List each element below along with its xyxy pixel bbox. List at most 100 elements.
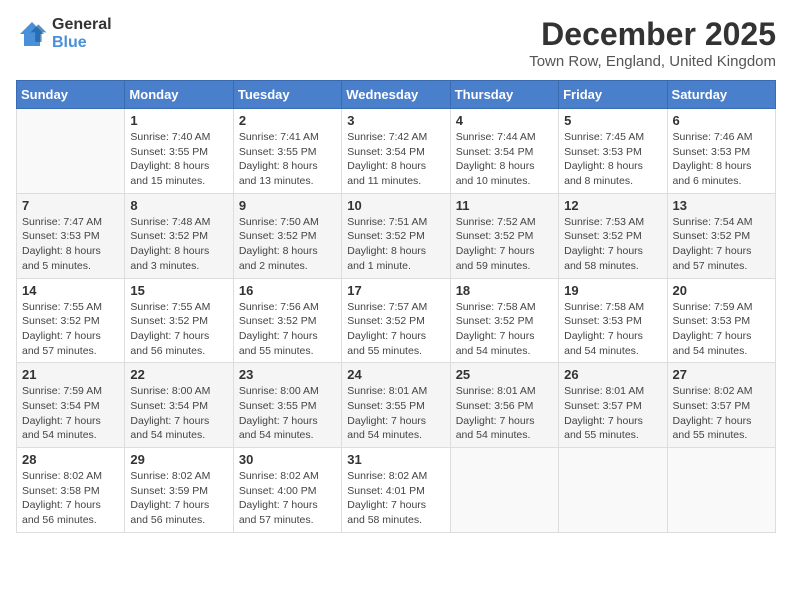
day-number: 10: [347, 198, 444, 213]
table-row: 19 Sunrise: 7:58 AM Sunset: 3:53 PM Dayli…: [559, 278, 667, 363]
day-number: 12: [564, 198, 661, 213]
table-row: 15 Sunrise: 7:55 AM Sunset: 3:52 PM Dayli…: [125, 278, 233, 363]
table-row: 11 Sunrise: 7:52 AM Sunset: 3:52 PM Dayli…: [450, 193, 558, 278]
day-number: 25: [456, 367, 553, 382]
day-info: Sunrise: 8:00 AM Sunset: 3:54 PM Dayligh…: [130, 384, 227, 443]
day-info: Sunrise: 8:02 AM Sunset: 4:01 PM Dayligh…: [347, 469, 444, 528]
day-number: 11: [456, 198, 553, 213]
logo-text: General Blue: [52, 16, 112, 52]
day-info: Sunrise: 7:45 AM Sunset: 3:53 PM Dayligh…: [564, 130, 661, 189]
day-info: Sunrise: 8:01 AM Sunset: 3:55 PM Dayligh…: [347, 384, 444, 443]
table-row: [559, 448, 667, 533]
day-info: Sunrise: 7:42 AM Sunset: 3:54 PM Dayligh…: [347, 130, 444, 189]
table-row: 2 Sunrise: 7:41 AM Sunset: 3:55 PM Daylig…: [233, 109, 341, 194]
table-row: 9 Sunrise: 7:50 AM Sunset: 3:52 PM Daylig…: [233, 193, 341, 278]
day-info: Sunrise: 8:02 AM Sunset: 3:58 PM Dayligh…: [22, 469, 119, 528]
table-row: [667, 448, 775, 533]
day-number: 16: [239, 283, 336, 298]
table-row: 10 Sunrise: 7:51 AM Sunset: 3:52 PM Dayli…: [342, 193, 450, 278]
table-row: 27 Sunrise: 8:02 AM Sunset: 3:57 PM Dayli…: [667, 363, 775, 448]
day-number: 9: [239, 198, 336, 213]
table-row: 13 Sunrise: 7:54 AM Sunset: 3:52 PM Dayli…: [667, 193, 775, 278]
table-row: 6Sunrise: 7:46 AM Sunset: 3:53 PM Daylig…: [667, 109, 775, 194]
day-info: Sunrise: 7:54 AM Sunset: 3:52 PM Dayligh…: [673, 215, 770, 274]
day-info: Sunrise: 7:57 AM Sunset: 3:52 PM Dayligh…: [347, 300, 444, 359]
week-row-4: 21 Sunrise: 7:59 AM Sunset: 3:54 PM Dayli…: [17, 363, 776, 448]
table-row: 12 Sunrise: 7:53 AM Sunset: 3:52 PM Dayli…: [559, 193, 667, 278]
day-info: Sunrise: 7:55 AM Sunset: 3:52 PM Dayligh…: [130, 300, 227, 359]
title-block: December 2025 Town Row, England, United …: [529, 16, 776, 70]
day-info: Sunrise: 7:48 AM Sunset: 3:52 PM Dayligh…: [130, 215, 227, 274]
logo-icon: [16, 18, 48, 50]
table-row: 24 Sunrise: 8:01 AM Sunset: 3:55 PM Dayli…: [342, 363, 450, 448]
day-info: Sunrise: 7:58 AM Sunset: 3:52 PM Dayligh…: [456, 300, 553, 359]
table-row: 26 Sunrise: 8:01 AM Sunset: 3:57 PM Dayli…: [559, 363, 667, 448]
day-info: Sunrise: 7:44 AM Sunset: 3:54 PM Dayligh…: [456, 130, 553, 189]
day-info: Sunrise: 7:53 AM Sunset: 3:52 PM Dayligh…: [564, 215, 661, 274]
page-header: General Blue December 2025 Town Row, Eng…: [16, 16, 776, 70]
day-number: 19: [564, 283, 661, 298]
day-number: 13: [673, 198, 770, 213]
table-row: 7 Sunrise: 7:47 AM Sunset: 3:53 PM Daylig…: [17, 193, 125, 278]
day-info: Sunrise: 8:02 AM Sunset: 3:59 PM Dayligh…: [130, 469, 227, 528]
day-number: 3: [347, 113, 444, 128]
table-row: 16 Sunrise: 7:56 AM Sunset: 3:52 PM Dayli…: [233, 278, 341, 363]
day-number: 20: [673, 283, 770, 298]
table-row: 5Sunrise: 7:45 AM Sunset: 3:53 PM Daylig…: [559, 109, 667, 194]
table-row: 20 Sunrise: 7:59 AM Sunset: 3:53 PM Dayli…: [667, 278, 775, 363]
day-number: 7: [22, 198, 119, 213]
day-number: 15: [130, 283, 227, 298]
col-saturday: Saturday: [667, 81, 775, 109]
day-info: Sunrise: 7:58 AM Sunset: 3:53 PM Dayligh…: [564, 300, 661, 359]
day-info: Sunrise: 7:56 AM Sunset: 3:52 PM Dayligh…: [239, 300, 336, 359]
location: Town Row, England, United Kingdom: [529, 53, 776, 70]
table-row: 4 Sunrise: 7:44 AM Sunset: 3:54 PM Daylig…: [450, 109, 558, 194]
col-monday: Monday: [125, 81, 233, 109]
day-number: 17: [347, 283, 444, 298]
day-number: 4: [456, 113, 553, 128]
day-info: Sunrise: 7:52 AM Sunset: 3:52 PM Dayligh…: [456, 215, 553, 274]
week-row-2: 7 Sunrise: 7:47 AM Sunset: 3:53 PM Daylig…: [17, 193, 776, 278]
col-thursday: Thursday: [450, 81, 558, 109]
table-row: [17, 109, 125, 194]
table-row: 22 Sunrise: 8:00 AM Sunset: 3:54 PM Dayli…: [125, 363, 233, 448]
day-info: Sunrise: 8:02 AM Sunset: 3:57 PM Dayligh…: [673, 384, 770, 443]
day-info: Sunrise: 8:00 AM Sunset: 3:55 PM Dayligh…: [239, 384, 336, 443]
day-info: Sunrise: 7:59 AM Sunset: 3:53 PM Dayligh…: [673, 300, 770, 359]
day-number: 14: [22, 283, 119, 298]
day-number: 6: [673, 113, 770, 128]
day-number: 26: [564, 367, 661, 382]
logo: General Blue: [16, 16, 112, 52]
table-row: 3 Sunrise: 7:42 AM Sunset: 3:54 PM Daylig…: [342, 109, 450, 194]
table-row: 8 Sunrise: 7:48 AM Sunset: 3:52 PM Daylig…: [125, 193, 233, 278]
table-row: 28Sunrise: 8:02 AM Sunset: 3:58 PM Dayli…: [17, 448, 125, 533]
day-info: Sunrise: 7:41 AM Sunset: 3:55 PM Dayligh…: [239, 130, 336, 189]
table-row: 29Sunrise: 8:02 AM Sunset: 3:59 PM Dayli…: [125, 448, 233, 533]
day-number: 27: [673, 367, 770, 382]
col-tuesday: Tuesday: [233, 81, 341, 109]
table-row: 18Sunrise: 7:58 AM Sunset: 3:52 PM Dayli…: [450, 278, 558, 363]
table-row: 23Sunrise: 8:00 AM Sunset: 3:55 PM Dayli…: [233, 363, 341, 448]
day-number: 21: [22, 367, 119, 382]
day-number: 8: [130, 198, 227, 213]
calendar-table: Sunday Monday Tuesday Wednesday Thursday…: [16, 80, 776, 533]
calendar-header-row: Sunday Monday Tuesday Wednesday Thursday…: [17, 81, 776, 109]
table-row: 14Sunrise: 7:55 AM Sunset: 3:52 PM Dayli…: [17, 278, 125, 363]
day-number: 2: [239, 113, 336, 128]
table-row: 30Sunrise: 8:02 AM Sunset: 4:00 PM Dayli…: [233, 448, 341, 533]
day-info: Sunrise: 7:50 AM Sunset: 3:52 PM Dayligh…: [239, 215, 336, 274]
day-number: 24: [347, 367, 444, 382]
day-info: Sunrise: 7:47 AM Sunset: 3:53 PM Dayligh…: [22, 215, 119, 274]
day-info: Sunrise: 8:02 AM Sunset: 4:00 PM Dayligh…: [239, 469, 336, 528]
table-row: 17 Sunrise: 7:57 AM Sunset: 3:52 PM Dayli…: [342, 278, 450, 363]
col-sunday: Sunday: [17, 81, 125, 109]
day-info: Sunrise: 8:01 AM Sunset: 3:57 PM Dayligh…: [564, 384, 661, 443]
week-row-3: 14 Sunrise: 7:55 AM Sunset: 3:52 PM Dayli…: [17, 278, 776, 363]
day-info: Sunrise: 7:51 AM Sunset: 3:52 PM Dayligh…: [347, 215, 444, 274]
table-row: 21 Sunrise: 7:59 AM Sunset: 3:54 PM Dayli…: [17, 363, 125, 448]
week-row-5: 28Sunrise: 8:02 AM Sunset: 3:58 PM Dayli…: [17, 448, 776, 533]
day-info: Sunrise: 7:59 AM Sunset: 3:54 PM Dayligh…: [22, 384, 119, 443]
day-number: 22: [130, 367, 227, 382]
table-row: 25Sunrise: 8:01 AM Sunset: 3:56 PM Dayli…: [450, 363, 558, 448]
col-wednesday: Wednesday: [342, 81, 450, 109]
